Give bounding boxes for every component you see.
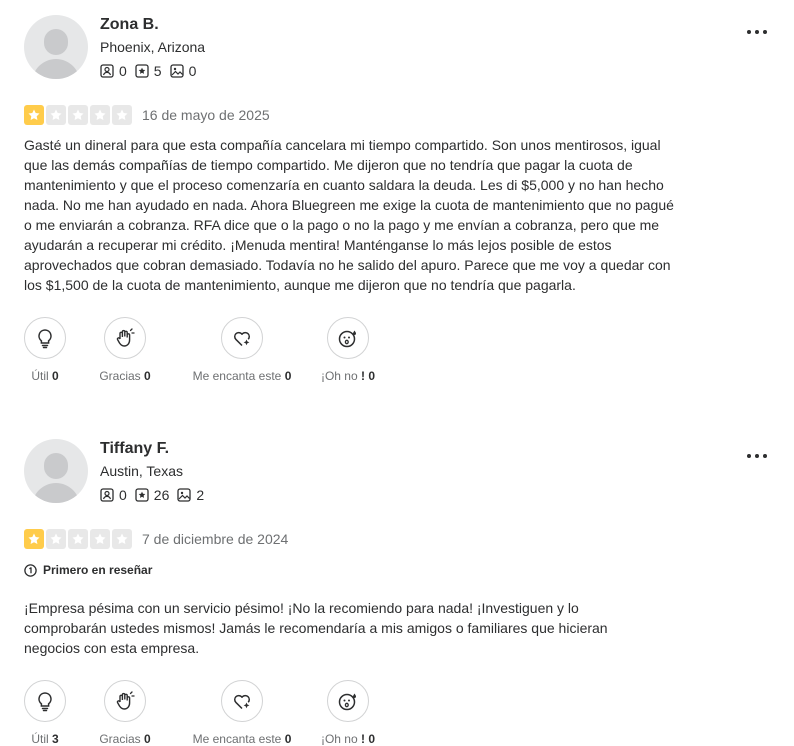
- star-icon: [68, 105, 88, 125]
- oh-no-button[interactable]: ¡Oh no ! 0: [320, 317, 376, 383]
- lightbulb-icon: [38, 692, 52, 712]
- star-icon: [24, 529, 44, 549]
- star-review-icon: [135, 488, 149, 502]
- love-this-count: 0: [284, 369, 292, 383]
- lightbulb-icon: [38, 329, 52, 349]
- reviews-count: 5: [153, 63, 162, 79]
- star-icon: [90, 105, 110, 125]
- photo-icon: [177, 488, 192, 502]
- thanks-count: 0: [144, 369, 151, 383]
- star-icon: [112, 529, 132, 549]
- avatar[interactable]: [24, 439, 88, 503]
- star-review-icon: [135, 64, 149, 78]
- useful-label: Útil: [31, 369, 49, 383]
- review-text: ¡Empresa pésima con un servicio pésimo! …: [24, 600, 608, 656]
- waving-hand-icon: [116, 691, 135, 710]
- oh-no-count: ! 0: [361, 732, 376, 746]
- friends-stat: 0: [100, 63, 127, 79]
- oh-no-label: ¡Oh no: [320, 732, 358, 746]
- user-location: Phoenix, Arizona: [100, 39, 206, 55]
- star-icon: [46, 105, 66, 125]
- oh-no-count: ! 0: [361, 369, 376, 383]
- useful-count: 0: [52, 369, 59, 383]
- love-this-count: 0: [284, 732, 292, 746]
- star-rating: [24, 105, 132, 125]
- user-name[interactable]: Zona B.: [100, 15, 205, 35]
- first-to-review-badge: Primero en reseñar: [24, 563, 770, 577]
- reactions-bar: Útil 3 Gracias 0 Me encanta este 0 ¡Oh n…: [24, 680, 770, 746]
- first-badge-icon: [24, 563, 37, 577]
- thanks-count: 0: [144, 732, 151, 746]
- star-icon: [46, 529, 66, 549]
- review-header: Tiffany F. Austin, Texas 0 26 2: [24, 439, 770, 503]
- star-icon: [24, 105, 44, 125]
- rating-row: 16 de mayo de 2025: [24, 105, 770, 125]
- user-stats: 0 26 2: [100, 487, 212, 503]
- thanks-button[interactable]: Gracias 0: [98, 317, 152, 383]
- thanks-button[interactable]: Gracias 0: [98, 680, 152, 746]
- star-icon: [90, 529, 110, 549]
- star-rating: [24, 529, 132, 549]
- shocked-face-icon: [338, 330, 356, 348]
- star-icon: [68, 529, 88, 549]
- review-card: Tiffany F. Austin, Texas 0 26 2 7 de dic…: [24, 439, 770, 746]
- star-icon: [112, 105, 132, 125]
- useful-label: Útil: [31, 732, 49, 746]
- useful-button[interactable]: Útil 3: [24, 680, 66, 746]
- photo-icon: [169, 64, 184, 78]
- friends-stat: 0: [100, 487, 127, 503]
- review-date: 7 de diciembre de 2024: [142, 531, 289, 547]
- love-this-button[interactable]: Me encanta este 0: [190, 317, 294, 383]
- shocked-face-icon: [338, 693, 356, 711]
- more-options-button[interactable]: [744, 447, 770, 465]
- reviews-stat: 26: [135, 487, 170, 503]
- useful-button[interactable]: Útil 0: [24, 317, 66, 383]
- user-info: Zona B. Phoenix, Arizona 0 5 0: [100, 15, 205, 79]
- user-name[interactable]: Tiffany F.: [100, 439, 212, 459]
- useful-count: 3: [52, 732, 59, 746]
- friends-icon: [100, 64, 114, 78]
- reviews-count: 26: [153, 487, 170, 503]
- friends-count: 0: [119, 63, 127, 79]
- badge-label: Primero en reseñar: [43, 563, 153, 577]
- avatar[interactable]: [24, 15, 88, 79]
- photos-stat: 0: [169, 63, 197, 79]
- reviews-stat: 5: [135, 63, 162, 79]
- love-this-label: Me encanta este: [192, 732, 282, 746]
- oh-no-button[interactable]: ¡Oh no ! 0: [320, 680, 376, 746]
- photos-stat: 2: [177, 487, 204, 503]
- review-header: Zona B. Phoenix, Arizona 0 5 0: [24, 15, 770, 79]
- review-text: Gasté un dineral para que esta compañía …: [24, 137, 674, 293]
- more-options-button[interactable]: [744, 23, 770, 41]
- heart-sparkle-icon: [234, 331, 250, 347]
- reactions-bar: Útil 0 Gracias 0 Me encanta este 0 ¡Oh n…: [24, 317, 770, 383]
- heart-sparkle-icon: [234, 694, 250, 710]
- review-date: 16 de mayo de 2025: [142, 107, 270, 123]
- review-card: Zona B. Phoenix, Arizona 0 5 0 16 de may…: [24, 15, 770, 383]
- love-this-button[interactable]: Me encanta este 0: [190, 680, 294, 746]
- user-location: Austin, Texas: [100, 463, 184, 479]
- friends-count: 0: [119, 487, 127, 503]
- love-this-label: Me encanta este: [192, 369, 282, 383]
- thanks-label: Gracias: [99, 732, 141, 746]
- photos-count: 0: [188, 63, 197, 79]
- user-stats: 0 5 0: [100, 63, 205, 79]
- thanks-label: Gracias: [99, 369, 141, 383]
- user-info: Tiffany F. Austin, Texas 0 26 2: [100, 439, 212, 503]
- oh-no-label: ¡Oh no: [320, 369, 358, 383]
- rating-row: 7 de diciembre de 2024: [24, 529, 770, 549]
- waving-hand-icon: [116, 328, 135, 347]
- friends-icon: [100, 488, 114, 502]
- photos-count: 2: [196, 487, 205, 503]
